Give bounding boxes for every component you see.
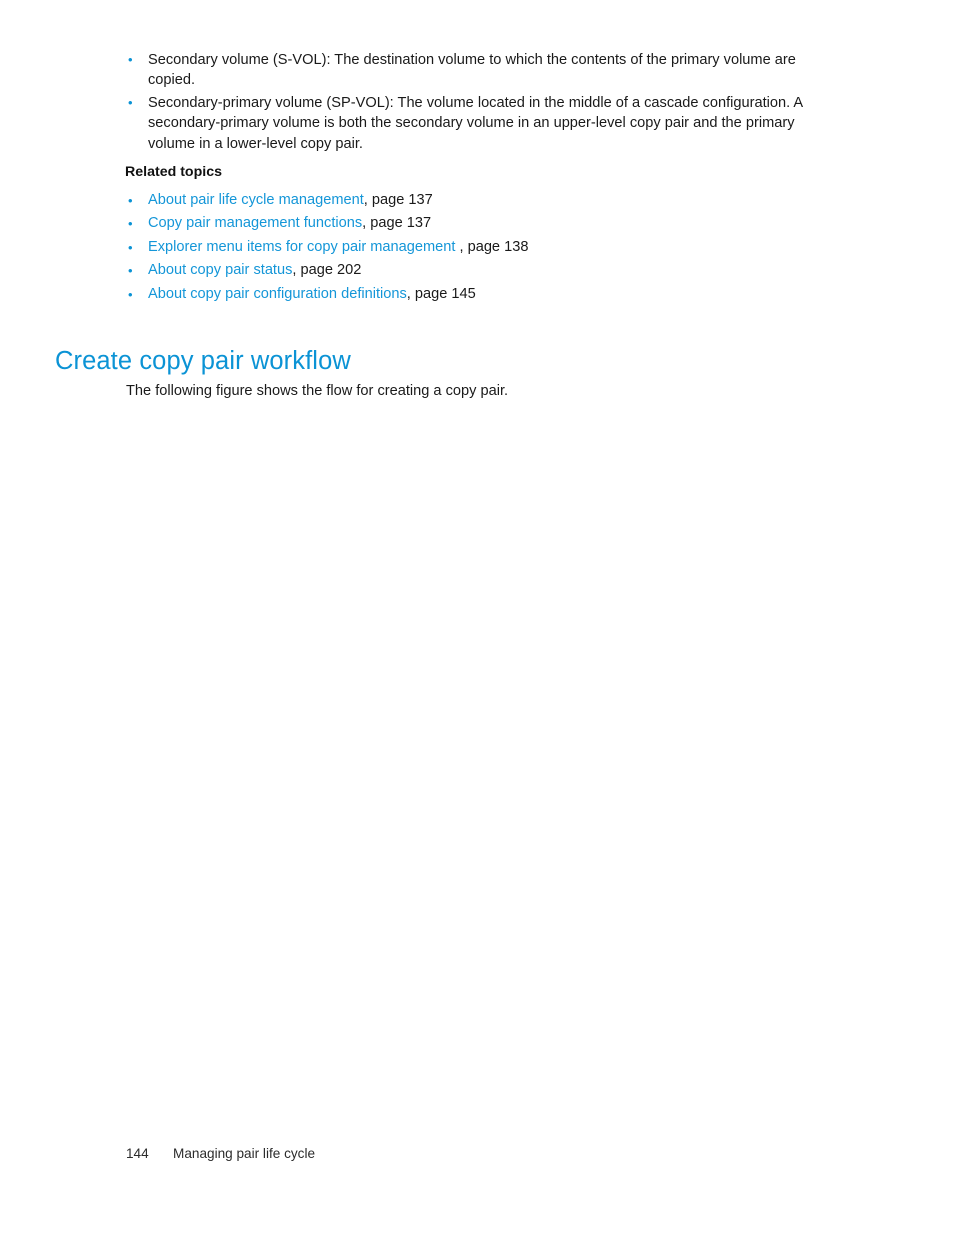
list-item: Copy pair management functions, page 137 bbox=[126, 213, 826, 236]
related-topics-list: About pair life cycle management, page 1… bbox=[126, 190, 826, 307]
list-item: About copy pair configuration definition… bbox=[126, 284, 826, 307]
related-topic-page-ref: , page 145 bbox=[406, 285, 476, 302]
related-topic-page-ref: , page 202 bbox=[292, 262, 362, 279]
related-topic-page-ref: , page 138 bbox=[455, 238, 529, 255]
page-footer: 144 Managing pair life cycle bbox=[126, 1145, 315, 1163]
footer-page-number: 144 bbox=[126, 1146, 149, 1161]
intro-bullet-list: Secondary volume (S-VOL): The destinatio… bbox=[126, 50, 816, 156]
section-heading: Create copy pair workflow bbox=[55, 347, 351, 376]
list-item: About copy pair status, page 202 bbox=[126, 260, 826, 283]
list-item: About pair life cycle management, page 1… bbox=[126, 190, 826, 213]
related-topic-link[interactable]: About copy pair configuration definition… bbox=[148, 286, 407, 302]
related-topic-page-ref: , page 137 bbox=[363, 192, 433, 208]
related-topics-heading: Related topics bbox=[125, 164, 222, 180]
related-topic-link[interactable]: About pair life cycle management bbox=[148, 192, 364, 208]
section-body-text: The following figure shows the flow for … bbox=[126, 382, 509, 399]
document-page: Secondary volume (S-VOL): The destinatio… bbox=[0, 0, 954, 1235]
list-item: Secondary-primary volume (SP-VOL): The v… bbox=[126, 93, 816, 154]
footer-chapter-title: Managing pair life cycle bbox=[173, 1146, 316, 1161]
related-topic-link[interactable]: Copy pair management functions bbox=[148, 215, 362, 231]
related-topic-link[interactable]: About copy pair status bbox=[148, 262, 292, 278]
figure-placeholder bbox=[126, 400, 826, 1100]
related-topic-link[interactable]: Explorer menu items for copy pair manage… bbox=[148, 239, 455, 255]
list-item: Explorer menu items for copy pair manage… bbox=[126, 237, 826, 260]
list-item: Secondary volume (S-VOL): The destinatio… bbox=[126, 50, 816, 91]
related-topic-page-ref: , page 137 bbox=[362, 215, 432, 232]
